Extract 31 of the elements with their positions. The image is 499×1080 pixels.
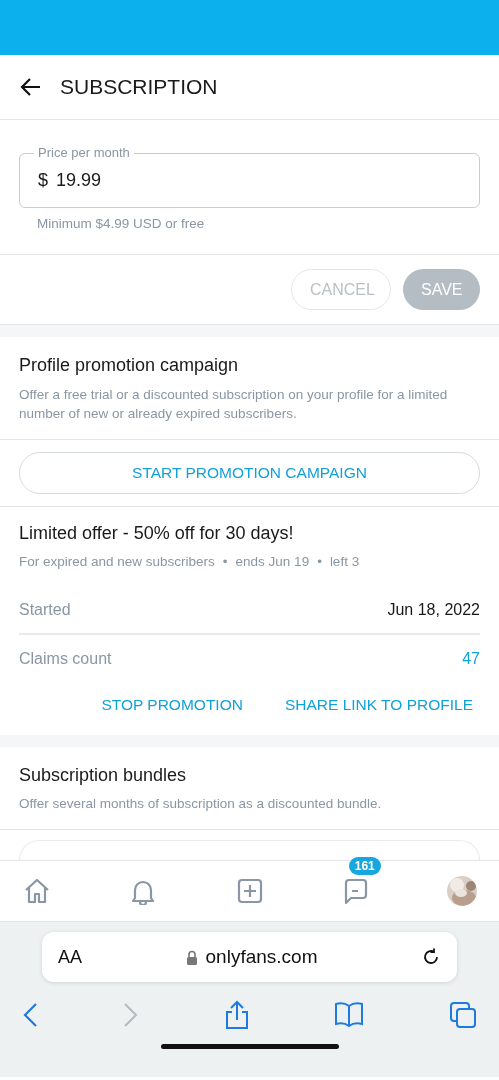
tabs-icon[interactable]: [449, 1001, 477, 1030]
promotion-link[interactable]: STOP PROMOTION: [101, 693, 243, 717]
text-size-button[interactable]: AA: [58, 943, 82, 971]
separator-dot: •: [222, 553, 228, 572]
row-label: Started: [19, 600, 71, 621]
offer-detail: ends Jun 19: [235, 553, 310, 572]
row-value[interactable]: 47: [462, 647, 480, 672]
page-title: SUBSCRIPTION: [60, 74, 218, 100]
address-bar[interactable]: AA onlyfans.com: [42, 932, 457, 983]
url-text: onlyfans.com: [205, 945, 318, 970]
section-title: Subscription bundles: [19, 764, 188, 787]
offer-detail: For expired and new subscribers: [19, 553, 215, 572]
promotion-link[interactable]: SHARE LINK TO PROFILE: [284, 693, 473, 717]
back-arrow-icon[interactable]: [20, 77, 42, 97]
count-badge: 161: [348, 857, 381, 876]
home-icon: [23, 877, 51, 906]
back-icon[interactable]: [22, 1002, 38, 1029]
section-title: Profile promotion campaign: [19, 355, 240, 377]
offer-detail: left 3: [329, 553, 360, 572]
section-description: Offer several months of subscription as a discounted bundle.: [19, 795, 383, 814]
add-icon: [235, 877, 264, 906]
row-value: Jun 18, 2022: [387, 600, 480, 621]
book-icon[interactable]: [334, 1002, 365, 1029]
share-icon[interactable]: [223, 1000, 250, 1031]
price-hint: Minimum $4.99 USD or free: [37, 215, 206, 233]
offer-title: Limited offer - 50% off for 30 days!: [19, 522, 295, 545]
section-description: Offer a free trial or a discounted subscription on your profile for a limited number of new or already expired subscribers.: [19, 385, 449, 423]
lock-icon: [185, 949, 198, 965]
row-label: Claims count: [19, 649, 112, 670]
start-promotion-button[interactable]: START PROMOTION CAMPAIGN: [19, 451, 480, 494]
separator-dot: •: [317, 553, 322, 572]
